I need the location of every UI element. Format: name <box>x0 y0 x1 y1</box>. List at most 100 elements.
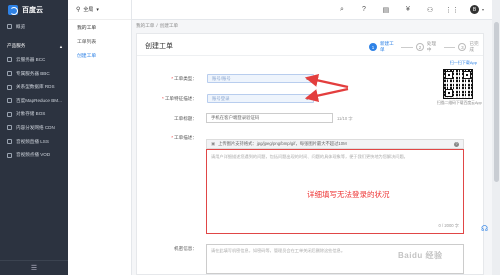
scrollbar-thumb[interactable] <box>493 22 499 182</box>
breadcrumb-parent[interactable]: 我的工单 <box>136 23 154 28</box>
sidebar-item-label: 专属服务器 BBC <box>16 70 50 76</box>
sidebar-item-rds[interactable]: 关系型数据库 RDS <box>0 80 68 94</box>
avatar[interactable]: B <box>469 5 479 14</box>
sidebar-item-overview[interactable]: 概览 <box>0 20 68 34</box>
desc-label: *工单描述： <box>157 135 197 141</box>
search-icon[interactable]: ⌕ <box>338 6 346 14</box>
sidebar-item-bbc[interactable]: 专属服务器 BBC <box>0 67 68 81</box>
chevron-down-icon: ▾ <box>96 6 99 13</box>
sidebar-item-label: 云服务器 BCC <box>16 56 46 62</box>
breadcrumb: 我的工单 / 创建工单 <box>136 23 178 29</box>
title-label: 工单标题： <box>174 116 197 121</box>
ticket-subtype-value: 账号登录 <box>212 95 230 101</box>
sidebar-item-cdn[interactable]: 内容分发网络 CDN <box>0 121 68 135</box>
ticket-type-value: 账号/账号 <box>212 75 231 81</box>
brand-logo[interactable]: 百度云 <box>0 0 68 20</box>
finance-icon[interactable]: ¥ <box>404 6 412 14</box>
cluster-icon <box>7 98 12 104</box>
org-icon[interactable]: ⚇ <box>426 6 434 14</box>
desc-label-text: 工单描述： <box>174 135 197 140</box>
location-pin-icon: ⚲ <box>76 7 81 13</box>
sidebar-item-label: 内容分发网络 CDN <box>16 124 55 130</box>
region-label: 全局 <box>83 7 94 13</box>
divider <box>137 55 483 56</box>
database-icon <box>7 84 12 90</box>
app-download-block: 扫一扫下载App 扫描二维码下载百度云App <box>437 60 482 106</box>
chevron-down-icon[interactable]: ▾ <box>482 7 484 12</box>
apps-grid-icon[interactable]: ⋮⋮ <box>445 6 459 14</box>
sidebar-item-bmr[interactable]: 百度MapReduce BM... <box>0 94 68 108</box>
cloud-logo-icon <box>8 5 18 15</box>
step-number: 2 <box>415 43 424 51</box>
qr-finder <box>445 89 453 97</box>
qr-finder <box>445 71 453 79</box>
ticket-type-select[interactable]: 账号/账号 ⌄ <box>207 74 314 83</box>
support-headset-icon[interactable]: ☊ <box>481 224 491 234</box>
progress-steps: 1 新建工单 2 处理中 3 已完成 <box>369 41 483 53</box>
ticket-description-textarea[interactable]: 请用户详细描述您遇到的问题，包括问题出现的时间、问题的具体现象等，便于我们更快地… <box>206 149 464 234</box>
chevron-down-icon: ⌄ <box>305 95 309 101</box>
required-mark: * <box>171 135 174 140</box>
image-upload-bar[interactable]: ▣ 上传图片支持格式：jpg/jpeg/png/bmp/gif，每张图片最大不超… <box>206 139 464 149</box>
step-number: 1 <box>369 43 377 51</box>
sidebar-item-label: 音视频直播 LSS <box>16 138 49 144</box>
video-icon <box>7 152 12 158</box>
title-char-count: 11/10 字 <box>337 116 353 121</box>
type-label-text: 工单类型： <box>174 76 197 81</box>
live-video-icon <box>7 139 12 145</box>
sidebar-item-bcc[interactable]: 云服务器 BCC <box>0 53 68 67</box>
main-sidebar: 百度云 概览 产品服务 ▲ 云服务器 BCC 专属服务器 BBC 关系型数据库 … <box>0 0 68 275</box>
sidebar-item-vod[interactable]: 音视频点播 VOD <box>0 148 68 162</box>
sidebar-item-label: 对象存储 BOS <box>16 111 46 117</box>
sidebar-item-bos[interactable]: 对象存储 BOS <box>0 108 68 122</box>
notes-label: 机密信息： <box>174 246 197 251</box>
server-icon <box>7 57 12 63</box>
brand-name: 百度云 <box>22 7 43 14</box>
step-connector <box>443 46 456 48</box>
qr-finder <box>463 71 471 79</box>
ticket-title-input[interactable]: 手机在客户端登录验证码 <box>206 113 333 123</box>
subnav-title: 我的工单 <box>77 25 97 31</box>
step-label: 新建工单 <box>379 41 394 52</box>
ticket-subtype-select[interactable]: 账号登录 ⌄ <box>207 94 314 103</box>
breadcrumb-separator: / <box>156 23 158 28</box>
feedback-icon[interactable]: ? <box>360 6 368 14</box>
breadcrumb-current: 创建工单 <box>159 23 179 28</box>
required-mark: * <box>171 76 174 81</box>
description-placeholder: 请用户详细描述您遇到的问题，包括问题出现的时间、问题的具体现象等，便于我们更快地… <box>211 154 408 159</box>
region-selector[interactable]: ⚲ 全局 ▾ <box>68 0 131 20</box>
page-title: 创建工单 <box>145 43 173 50</box>
storage-icon <box>7 111 12 117</box>
required-mark: * <box>162 96 164 101</box>
chevron-up-icon: ▲ <box>59 43 63 49</box>
ticket-icon[interactable]: ▤ <box>382 6 390 14</box>
chevron-down-icon: ⌄ <box>305 75 309 81</box>
upload-hint: 上传图片支持格式：jpg/jpeg/png/bmp/gif，每张图片最大不超过1… <box>218 141 347 146</box>
ticket-title-value: 手机在客户端登录验证码 <box>211 115 260 120</box>
image-icon: ▣ <box>211 141 216 146</box>
app-download-link[interactable]: 扫一扫下载App <box>437 60 477 66</box>
sidebar-collapse-button[interactable]: ☰ <box>0 260 68 275</box>
menu-icon: ☰ <box>30 265 38 272</box>
help-icon[interactable]: ? <box>454 141 459 147</box>
step-connector <box>401 46 413 48</box>
sidebar-item-label: 百度MapReduce BM... <box>16 97 62 103</box>
notes-placeholder: 请在此填写机密信息，如密码等，管理员会在工单关闭后删除这些信息。 <box>211 248 346 253</box>
watermark: Baidu 经验 <box>398 251 443 260</box>
qr-caption: 扫描二维码下载百度云App <box>437 101 482 105</box>
description-char-count: 0 / 2000 字 <box>438 223 460 228</box>
create-ticket-card: 创建工单 1 新建工单 2 处理中 3 已完成 *工单类型： 账号/账号 ⌄ *… <box>136 33 484 275</box>
red-annotation-text: 详细填写无法登录的状况 <box>307 190 390 199</box>
sidebar-item-label: 音视频点播 VOD <box>16 152 51 158</box>
subnav-item-ticket-list[interactable]: 工单列表 <box>68 34 131 48</box>
subtype-label-text: 工单特征描述： <box>164 96 197 101</box>
step-label: 已完成 <box>469 41 479 52</box>
step-number: 3 <box>458 43 467 51</box>
top-bar: ⌕ ? ▤ ¥ ⚇ ⋮⋮ B ▾ <box>132 0 492 20</box>
sidebar-section-products[interactable]: 产品服务 ▲ <box>0 40 68 54</box>
subnav-item-create-ticket[interactable]: 创建工单 <box>68 48 131 62</box>
sidebar-item-label: 概览 <box>16 23 26 29</box>
page-scrollbar[interactable] <box>492 0 500 275</box>
sidebar-item-label: 关系型数据库 RDS <box>16 84 55 90</box>
sidebar-item-lss[interactable]: 音视频直播 LSS <box>0 135 68 149</box>
